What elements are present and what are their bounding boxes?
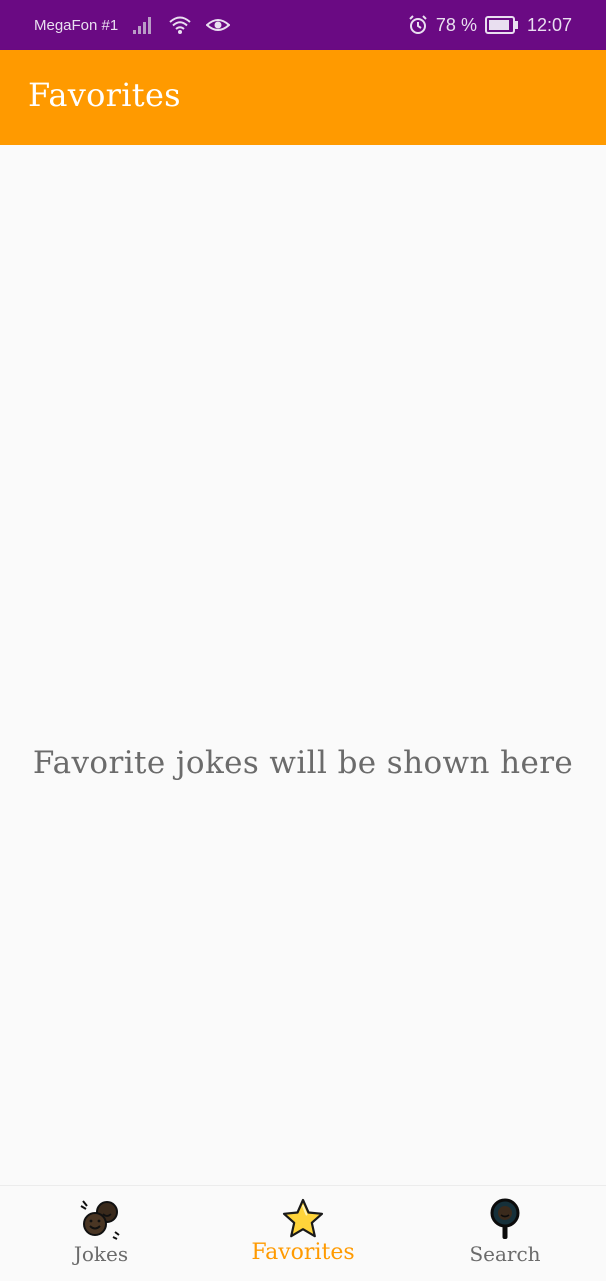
signal-icon [132, 16, 154, 34]
nav-tab-search[interactable]: Search [404, 1186, 606, 1281]
favorites-content: Favorite jokes will be shown here [0, 145, 606, 1185]
alarm-icon [408, 15, 428, 35]
nav-tab-jokes[interactable]: Jokes [0, 1186, 202, 1281]
wifi-icon [168, 15, 192, 35]
empty-state-message: Favorite jokes will be shown here [32, 745, 574, 781]
nav-tab-label: Search [469, 1242, 541, 1266]
app-bar: Favorites [0, 50, 606, 145]
status-bar: MegaFon #1 78 % 12:07 [0, 0, 606, 50]
battery-icon [484, 16, 519, 34]
star-icon [281, 1198, 325, 1240]
eye-icon [206, 16, 231, 34]
nav-tab-label: Jokes [73, 1242, 129, 1266]
clock-time: 12:07 [526, 14, 572, 35]
battery-percent: 78 % [435, 14, 477, 35]
laughing-faces-icon [79, 1198, 123, 1240]
nav-tab-label: Favorites [251, 1240, 355, 1265]
search-magnifier-icon [483, 1198, 527, 1240]
bottom-navigation: Jokes Favorites Search [0, 1185, 606, 1281]
carrier-name: MegaFon #1 [34, 16, 119, 34]
nav-tab-favorites[interactable]: Favorites [202, 1186, 404, 1281]
page-title: Favorites [28, 76, 181, 114]
